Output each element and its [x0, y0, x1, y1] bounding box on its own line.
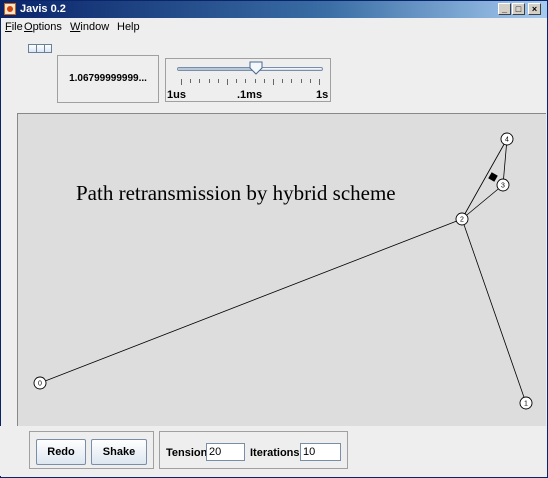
graph-node-3[interactable]: 3: [496, 178, 510, 192]
shake-button[interactable]: Shake: [91, 439, 147, 465]
packet-marker: [488, 172, 498, 182]
graph-edge-3-4: [502, 138, 508, 186]
graph-node-label: 3: [501, 183, 505, 190]
graph-node-label: 4: [505, 137, 509, 144]
graph-edge-2-1: [461, 218, 527, 404]
tension-input[interactable]: [206, 443, 245, 461]
iterations-label: Iterations: [250, 447, 300, 459]
tension-label: Tension: [166, 447, 208, 459]
network-graph: 0 1 2 3 4: [33, 132, 533, 410]
graph-node-label: 2: [460, 217, 464, 224]
graph-node-1[interactable]: 1: [519, 396, 533, 410]
graph-node-0[interactable]: 0: [33, 376, 47, 390]
graph-node-label: 1: [524, 401, 528, 408]
graph-edge-2-3: [461, 184, 504, 220]
iterations-input[interactable]: [300, 443, 341, 461]
graph-edge-0-2: [39, 218, 463, 384]
graph-node-label: 0: [38, 381, 42, 388]
graph-node-4[interactable]: 4: [500, 132, 514, 146]
redo-button[interactable]: Redo: [36, 439, 86, 465]
graph-node-2[interactable]: 2: [455, 212, 469, 226]
graph-edge-2-4: [461, 138, 508, 220]
